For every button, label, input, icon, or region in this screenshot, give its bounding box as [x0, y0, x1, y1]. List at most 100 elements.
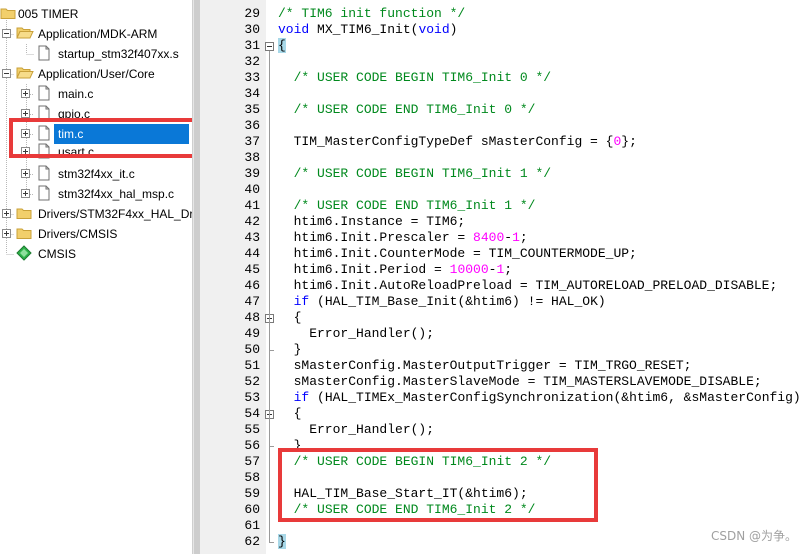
line-number: 30 [244, 22, 260, 37]
code-token: htim6.Init.Period = [278, 262, 450, 277]
code-line[interactable]: } [278, 438, 302, 454]
collapse-icon[interactable] [2, 29, 11, 38]
code-line[interactable]: { [278, 406, 302, 422]
tree-group-application-user-core[interactable]: Application/User/Core [0, 64, 192, 84]
code-token: ; [519, 230, 528, 245]
collapse-icon[interactable] [2, 69, 11, 78]
code-line[interactable]: TIM_MasterConfigTypeDef sMasterConfig = … [278, 134, 637, 150]
code-line[interactable]: sMasterConfig.MasterSlaveMode = TIM_MAST… [278, 374, 762, 390]
code-token: /* USER CODE BEGIN TIM6_Init 1 */ [293, 166, 552, 181]
expand-icon[interactable] [21, 169, 30, 178]
line-number: 46 [244, 278, 260, 293]
code-token: 1 [512, 230, 520, 245]
tree-file-label: startup_stm32f407xx.s [58, 47, 179, 61]
tree-group-label: Application/User/Core [38, 67, 155, 81]
code-line[interactable]: if (HAL_TIMEx_MasterConfigSynchronizatio… [278, 390, 801, 406]
code-line[interactable]: htim6.Init.Period = 10000-1; [278, 262, 513, 278]
folder-icon [16, 228, 32, 239]
tree-root-005-timer[interactable]: 005 TIMER [0, 4, 192, 24]
code-line[interactable]: sMasterConfig.MasterOutputTrigger = TIM_… [278, 358, 692, 374]
code-line[interactable]: /* USER CODE END TIM6_Init 0 */ [278, 102, 536, 118]
code-token: MX_TIM6_Init( [309, 22, 419, 37]
code-line[interactable]: void MX_TIM6_Init(void) [278, 22, 457, 38]
line-number: 61 [244, 518, 260, 533]
tree-file-label: stm32f4xx_it.c [58, 167, 135, 181]
line-number: 41 [244, 198, 260, 213]
tree-root-label: 005 TIMER [18, 7, 79, 21]
tree-file-stm32f4xx-it-c[interactable]: stm32f4xx_it.c [0, 164, 192, 184]
line-number: 48 [244, 310, 260, 325]
code-line[interactable]: htim6.Init.AutoReloadPreload = TIM_AUTOR… [278, 278, 778, 294]
line-number: 53 [244, 390, 260, 405]
code-token: (HAL_TIMEx_MasterConfigSynchronization(&… [309, 390, 801, 405]
code-line[interactable]: /* USER CODE BEGIN TIM6_Init 0 */ [278, 70, 551, 86]
code-line[interactable]: HAL_TIM_Base_Start_IT(&htim6); [278, 486, 528, 502]
code-token: htim6.Init.CounterMode = TIM_COUNTERMODE… [278, 246, 637, 261]
line-number: 36 [244, 118, 260, 133]
fold-end-marker [269, 542, 274, 543]
line-number: 40 [244, 182, 260, 197]
tree-file-stm32f4xx-hal-msp-c[interactable]: stm32f4xx_hal_msp.c [0, 184, 192, 204]
code-line[interactable]: if (HAL_TIM_Base_Init(&htim6) != HAL_OK) [278, 294, 606, 310]
expand-icon[interactable] [2, 209, 11, 218]
code-token: void [278, 22, 310, 37]
line-number: 51 [244, 358, 260, 373]
tree-file-startup[interactable]: startup_stm32f407xx.s [0, 44, 192, 64]
tree-file-gpio-c[interactable]: gpio.c [0, 104, 192, 124]
code-line[interactable]: /* USER CODE END TIM6_Init 2 */ [278, 502, 536, 518]
code-line[interactable]: { [278, 310, 302, 326]
expand-icon[interactable] [2, 229, 11, 238]
folder-icon [16, 208, 32, 219]
code-line[interactable]: /* TIM6 init function */ [278, 6, 465, 22]
expand-icon[interactable] [21, 147, 30, 156]
folder-open-icon [16, 67, 34, 79]
expand-icon[interactable] [21, 89, 30, 98]
code-token: - [504, 230, 513, 245]
tree-scrollbar[interactable] [192, 0, 200, 554]
tree-group-application-mdk-arm[interactable]: Application/MDK-ARM [0, 24, 192, 44]
fold-collapse-icon[interactable] [265, 42, 274, 51]
expand-icon[interactable] [21, 129, 30, 138]
file-icon [38, 45, 50, 61]
tree-file-main-c[interactable]: main.c [0, 84, 192, 104]
line-number: 39 [244, 166, 260, 181]
expand-icon[interactable] [21, 109, 30, 118]
expand-icon[interactable] [21, 189, 30, 198]
code-line[interactable]: /* USER CODE BEGIN TIM6_Init 2 */ [278, 454, 551, 470]
code-token: (HAL_TIM_Base_Init(&htim6) != HAL_OK) [309, 294, 606, 309]
code-line[interactable]: htim6.Instance = TIM6; [278, 214, 466, 230]
code-line[interactable]: { [278, 38, 286, 54]
tree-group-drivers-cmsis[interactable]: Drivers/CMSIS [0, 224, 192, 244]
file-icon [38, 105, 50, 121]
line-number: 29 [244, 6, 260, 21]
code-line[interactable]: } [278, 342, 302, 358]
tree-group-drivers-hal[interactable]: Drivers/STM32F4xx_HAL_Driver [0, 204, 192, 224]
code-token: } [278, 342, 302, 357]
tree-file-usart-c[interactable]: usart.c [0, 142, 192, 162]
tree-component-cmsis[interactable]: CMSIS [0, 244, 192, 264]
code-line[interactable]: /* USER CODE BEGIN TIM6_Init 1 */ [278, 166, 551, 182]
fold-guide-line [269, 51, 270, 542]
code-line[interactable]: htim6.Init.CounterMode = TIM_COUNTERMODE… [278, 246, 637, 262]
code-token: ) [449, 22, 458, 37]
code-token: sMasterConfig.MasterOutputTrigger = TIM_… [278, 358, 692, 373]
code-line[interactable]: /* USER CODE END TIM6_Init 1 */ [278, 198, 536, 214]
code-line[interactable]: htim6.Init.Prescaler = 8400-1; [278, 230, 528, 246]
code-token: /* USER CODE BEGIN TIM6_Init 2 */ [293, 454, 552, 469]
line-number: 34 [244, 86, 260, 101]
file-icon [38, 85, 50, 101]
code-token: /* TIM6 init function */ [278, 6, 466, 21]
tree-group-label: Drivers/CMSIS [38, 227, 118, 241]
tree-file-tim-c[interactable]: tim.c [0, 124, 192, 144]
code-line[interactable]: Error_Handler(); [278, 326, 434, 342]
code-line[interactable]: Error_Handler(); [278, 422, 434, 438]
code-line[interactable]: } [278, 534, 286, 550]
line-number: 42 [244, 214, 260, 229]
